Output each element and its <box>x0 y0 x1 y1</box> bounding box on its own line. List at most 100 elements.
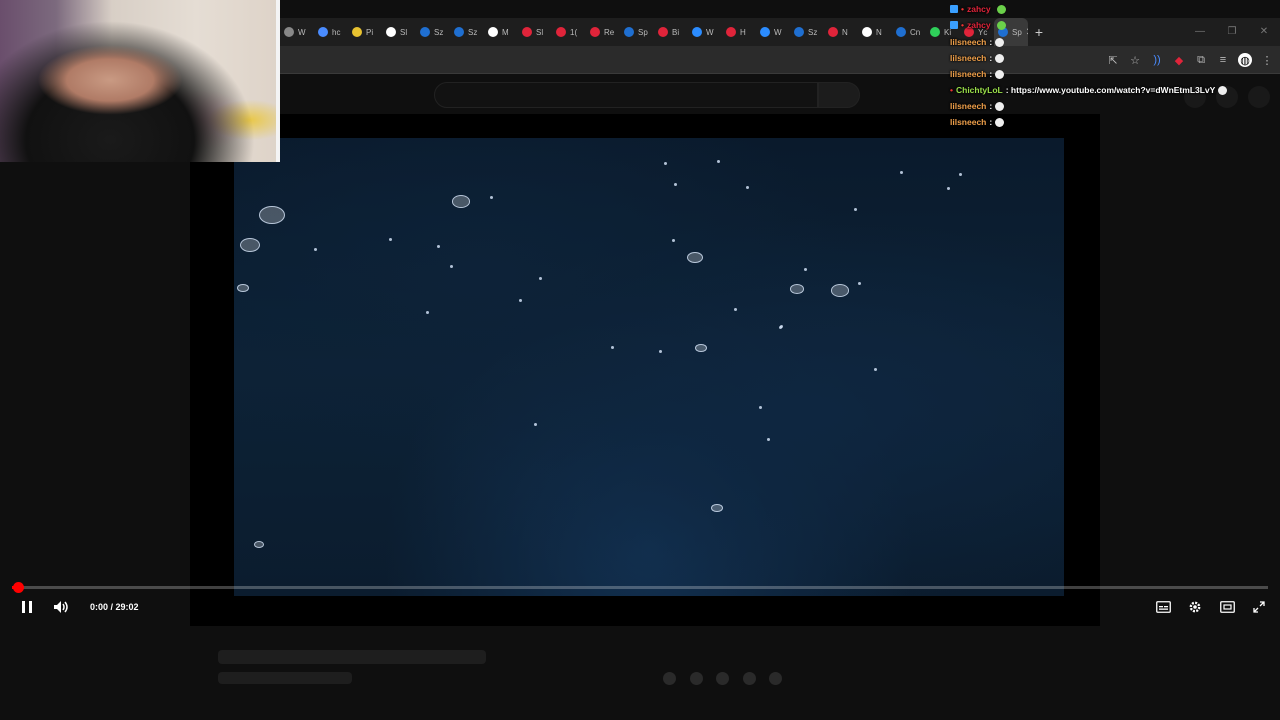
chat-badge-icon <box>950 21 958 29</box>
action-placeholder <box>663 672 676 685</box>
tab-label: Sp <box>638 27 648 37</box>
close-window-icon[interactable]: ✕ <box>1248 18 1280 46</box>
browser-tab[interactable]: N <box>824 18 858 46</box>
chat-message: lilsneech: <box>950 35 1005 49</box>
browser-tab[interactable]: Bi <box>654 18 688 46</box>
particle-dot <box>874 368 877 371</box>
tab-favicon-icon <box>760 27 770 37</box>
tab-label: W <box>774 27 782 37</box>
browser-tab[interactable]: W <box>688 18 722 46</box>
browser-tab[interactable]: Re <box>586 18 620 46</box>
profile-avatar-icon[interactable]: ◍ <box>1238 53 1252 67</box>
streamer-webcam <box>0 0 280 162</box>
chat-bullet-icon: • <box>961 4 964 14</box>
maximize-icon[interactable]: ❐ <box>1216 18 1248 46</box>
browser-tab[interactable]: W <box>280 18 314 46</box>
extensions-puzzle-icon[interactable]: ⧉ <box>1194 53 1208 67</box>
install-app-icon[interactable]: ⇱ <box>1106 53 1120 67</box>
tab-favicon-icon <box>828 27 838 37</box>
browser-tab[interactable]: Cn <box>892 18 926 46</box>
particle-dot <box>947 187 950 190</box>
particle-dot <box>314 248 317 251</box>
chat-message: • ChichtyLoL: https://www.youtube.com/wat… <box>950 83 1228 97</box>
tab-label: Cn <box>910 27 921 37</box>
particle-dot <box>734 308 737 311</box>
extension-shield-icon[interactable]: ◆ <box>1172 53 1186 67</box>
particle-dot <box>659 350 662 353</box>
browser-tab[interactable]: W <box>756 18 790 46</box>
browser-tab[interactable]: Sl <box>518 18 552 46</box>
chat-text: : https://www.youtube.com/watch?v=dWnEtm… <box>1005 85 1216 95</box>
browser-tab[interactable]: Pi <box>348 18 382 46</box>
extension-audio-icon[interactable]: )) <box>1150 53 1164 67</box>
bookmark-star-icon[interactable]: ☆ <box>1128 53 1142 67</box>
particle-dot <box>539 277 542 280</box>
browser-tab[interactable]: Sz <box>790 18 824 46</box>
tab-label: Sl <box>536 27 544 37</box>
tab-favicon-icon <box>692 27 702 37</box>
chat-emote-icon <box>995 69 1005 79</box>
account-avatar[interactable] <box>1248 86 1270 108</box>
chat-text: : <box>989 117 993 127</box>
video-player[interactable] <box>190 114 1100 626</box>
particle-dot <box>664 162 667 165</box>
window-controls: — ❐ ✕ <box>1184 18 1280 46</box>
minimize-icon[interactable]: — <box>1184 18 1216 46</box>
browser-tab[interactable]: hc <box>314 18 348 46</box>
pause-icon[interactable] <box>16 594 38 620</box>
chat-username: lilsneech <box>950 37 987 47</box>
video-frame[interactable] <box>234 138 1064 596</box>
tab-favicon-icon <box>488 27 498 37</box>
volume-icon[interactable] <box>50 594 72 620</box>
particle-dot <box>759 406 762 409</box>
browser-tab[interactable]: Sl <box>382 18 416 46</box>
bubble-shape <box>254 541 264 548</box>
chat-username: zahcy <box>966 20 991 30</box>
fullscreen-icon[interactable] <box>1248 594 1270 620</box>
particle-dot <box>804 268 807 271</box>
chat-username: lilsneech <box>950 69 987 79</box>
browser-tab[interactable]: M <box>484 18 518 46</box>
youtube-page <box>0 74 1280 720</box>
bubble-shape <box>711 504 723 513</box>
chat-badge-icon <box>950 5 958 13</box>
settings-gear-icon[interactable] <box>1184 594 1206 620</box>
action-placeholder <box>769 672 782 685</box>
menu-kebab-icon[interactable]: ⋮ <box>1260 53 1274 67</box>
chat-message: lilsneech: <box>950 67 1005 81</box>
browser-tab[interactable]: H <box>722 18 756 46</box>
progress-bar[interactable] <box>12 582 1268 593</box>
chat-text: : <box>989 69 993 79</box>
chat-emote-icon <box>996 20 1006 30</box>
chat-message: • zahcy <box>950 2 1006 16</box>
particle-dot <box>437 245 440 248</box>
particle-dot <box>779 326 782 329</box>
particle-dot <box>534 423 537 426</box>
subtitles-icon[interactable] <box>1152 594 1174 620</box>
chat-username: ChichtyLoL <box>955 85 1003 95</box>
bubble-shape <box>452 195 470 208</box>
media-control-icon[interactable]: ≡ <box>1216 53 1230 67</box>
browser-tab[interactable]: N <box>858 18 892 46</box>
new-tab-button[interactable]: + <box>1028 24 1050 40</box>
browser-tab[interactable]: Sz <box>416 18 450 46</box>
tab-label: Sz <box>808 27 818 37</box>
title-placeholder <box>218 650 486 664</box>
browser-tab[interactable]: Sp <box>620 18 654 46</box>
browser-tab[interactable]: Sz <box>450 18 484 46</box>
scrubber-handle[interactable] <box>13 582 24 593</box>
search-button[interactable] <box>818 82 860 108</box>
chat-emote-icon <box>995 117 1005 127</box>
tab-label: Sz <box>434 27 444 37</box>
chat-text: : <box>989 101 993 111</box>
particle-dot <box>674 183 677 186</box>
tab-label: Pi <box>366 27 374 37</box>
tab-favicon-icon <box>454 27 464 37</box>
bubble-shape <box>237 284 249 293</box>
particle-dot <box>389 238 392 241</box>
browser-tab[interactable]: 1( <box>552 18 586 46</box>
theater-mode-icon[interactable] <box>1216 594 1238 620</box>
particle-dot <box>717 160 720 163</box>
chat-emote-icon <box>1218 85 1228 95</box>
search-input[interactable] <box>434 82 818 108</box>
